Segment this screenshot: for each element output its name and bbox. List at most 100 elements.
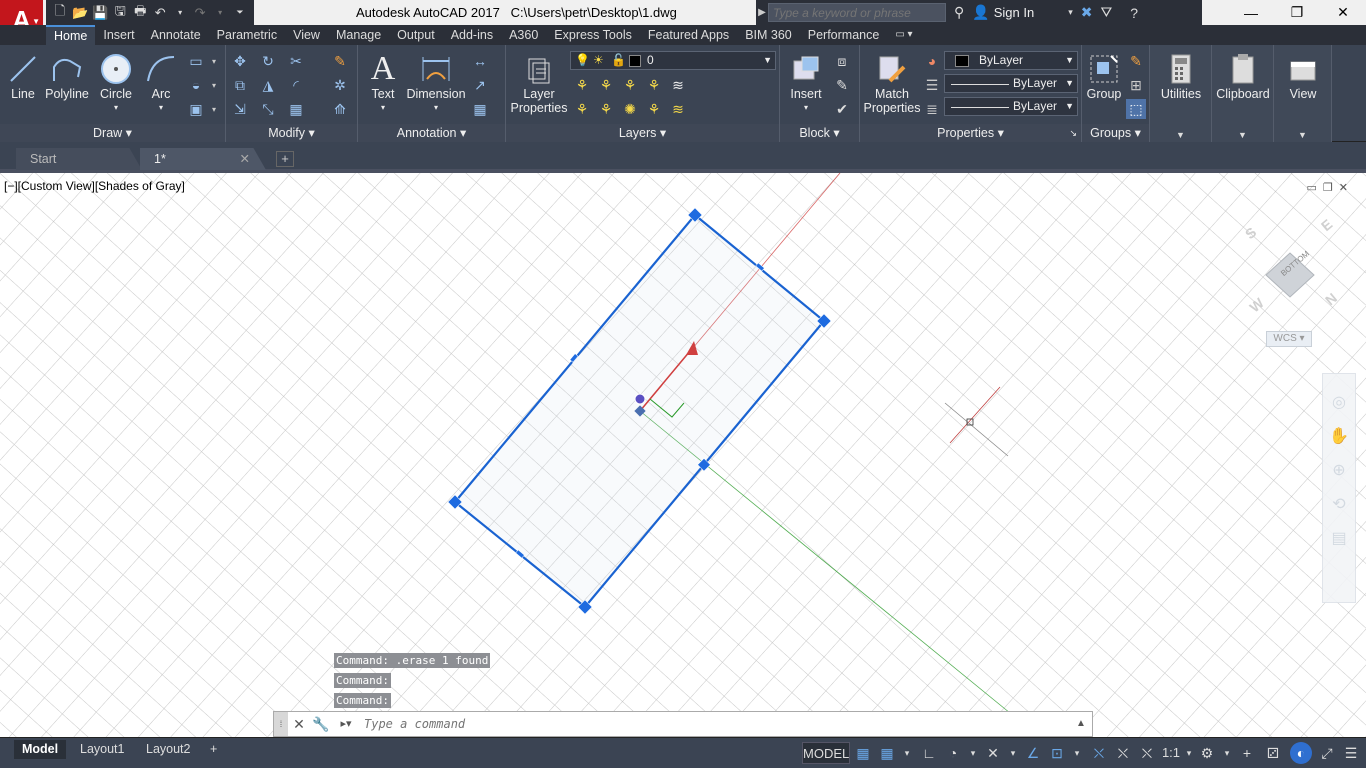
- redo-dropdown-icon[interactable]: ▾: [212, 4, 228, 22]
- user-icon[interactable]: 👤: [972, 4, 989, 21]
- annotation-monitor-icon[interactable]: +: [1236, 742, 1258, 764]
- hatch-icon[interactable]: ◒: [186, 75, 206, 95]
- tab-drawing-1[interactable]: 1* ✕: [140, 148, 266, 170]
- utilities-dropdown-icon[interactable]: ▼: [1176, 130, 1185, 140]
- tab-parametric[interactable]: Parametric: [209, 25, 285, 45]
- restore-icon[interactable]: ❐: [1274, 0, 1320, 25]
- exchange-apps-icon[interactable]: ✖: [1081, 4, 1093, 21]
- text-dropdown-icon[interactable]: ▾: [381, 101, 385, 115]
- tab-start[interactable]: Start: [16, 148, 142, 170]
- search-expand-icon[interactable]: ▶: [756, 7, 768, 18]
- group-button[interactable]: Group: [1084, 51, 1124, 101]
- vp-restore-icon[interactable]: ❐: [1323, 181, 1333, 194]
- layout-tab-layout1[interactable]: Layout1: [72, 740, 132, 759]
- close-icon[interactable]: ✕: [1320, 0, 1366, 25]
- save-icon[interactable]: 💾: [92, 4, 108, 22]
- rectangle-icon[interactable]: ▭: [186, 51, 206, 71]
- workspace-dropdown-icon[interactable]: ▾: [1216, 742, 1238, 764]
- vp-minimize-icon[interactable]: ▭: [1307, 181, 1317, 194]
- tab-a360[interactable]: A360: [501, 25, 546, 45]
- ungroup-icon[interactable]: ✎: [1126, 51, 1146, 71]
- tab-output[interactable]: Output: [389, 25, 443, 45]
- draw-panel-title[interactable]: Draw ▾: [0, 124, 225, 142]
- layer-tool-2-icon[interactable]: ⚘: [596, 75, 616, 95]
- signin-dropdown-icon[interactable]: ▾: [1068, 7, 1073, 18]
- steering-wheel-icon[interactable]: ◎: [1323, 392, 1355, 412]
- minimize-icon[interactable]: —: [1228, 0, 1274, 25]
- layer-tool-1-icon[interactable]: ⚘: [572, 75, 592, 95]
- command-input[interactable]: [360, 713, 1070, 735]
- binoculars-icon[interactable]: ⚲: [954, 4, 964, 21]
- color-wheel-icon[interactable]: ◕: [922, 51, 942, 71]
- clean-screen-icon[interactable]: ⤢: [1316, 742, 1338, 764]
- block-panel-title[interactable]: Block ▾: [780, 124, 859, 142]
- dimension-dropdown-icon[interactable]: ▾: [434, 101, 438, 115]
- annotation-panel-title[interactable]: Annotation ▾: [358, 124, 505, 142]
- mirror-icon[interactable]: ◮: [258, 75, 278, 95]
- showmotion-icon[interactable]: ▤: [1323, 528, 1355, 548]
- plot-icon[interactable]: 🖶: [132, 3, 148, 22]
- undo-icon[interactable]: ↶: [152, 4, 168, 22]
- object-snap-tracking-icon[interactable]: ∠: [1022, 742, 1044, 764]
- scale-icon[interactable]: ⤡: [258, 99, 278, 119]
- layer-tool-7-icon[interactable]: ⚘: [596, 99, 616, 119]
- help-icon[interactable]: ?: [1130, 5, 1138, 21]
- command-customize-icon[interactable]: 🔧: [310, 712, 332, 736]
- layer-tool-3-icon[interactable]: ⚘: [620, 75, 640, 95]
- units-icon[interactable]: ⚂: [1262, 742, 1284, 764]
- view-button[interactable]: View: [1278, 51, 1328, 101]
- insert-dropdown-icon[interactable]: ▾: [804, 101, 808, 115]
- stretch-icon[interactable]: ⇲: [230, 99, 250, 119]
- match-properties-button[interactable]: Match Properties: [864, 51, 921, 115]
- tab-express-tools[interactable]: Express Tools: [546, 25, 640, 45]
- layout-tab-layout2[interactable]: Layout2: [138, 740, 198, 759]
- boundary-icon[interactable]: ▣: [186, 99, 206, 119]
- arc-dropdown-icon[interactable]: ▾: [159, 101, 163, 115]
- vp-close-icon[interactable]: ✕: [1339, 181, 1348, 194]
- tab-manage[interactable]: Manage: [328, 25, 389, 45]
- isolate-objects-icon[interactable]: ◐: [1290, 742, 1312, 764]
- modify-panel-title[interactable]: Modify ▾: [226, 124, 357, 142]
- circle-dropdown-icon[interactable]: ▾: [114, 101, 118, 115]
- draw-more-dd-2-icon[interactable]: ▾: [204, 75, 224, 95]
- layer-tool-9-icon[interactable]: ⚘: [644, 99, 664, 119]
- workspace-switch-icon[interactable]: ⚙: [1196, 742, 1218, 764]
- layers-panel-title[interactable]: Layers ▾: [506, 124, 779, 142]
- layer-tool-4-icon[interactable]: ⚘: [644, 75, 664, 95]
- a360-icon[interactable]: ⛛: [1100, 4, 1112, 21]
- zoom-extents-icon[interactable]: ⊕: [1323, 460, 1355, 480]
- annotation-visibility-icon[interactable]: ⛌: [1088, 742, 1110, 764]
- snap-mode-icon[interactable]: ▦: [876, 742, 898, 764]
- block-attr-icon[interactable]: ✔: [832, 99, 852, 119]
- edit-block-icon[interactable]: ✎: [832, 75, 852, 95]
- new-file-icon[interactable]: 🗋: [52, 3, 68, 22]
- leader-icon[interactable]: ↗: [470, 75, 490, 95]
- linetype-dropdown[interactable]: ByLayer ▼: [944, 74, 1078, 93]
- viewcube[interactable]: BOTTOM S E W N: [1230, 213, 1340, 323]
- ortho-icon[interactable]: ∟: [918, 742, 940, 764]
- dimension-button[interactable]: Dimension ▾: [406, 51, 466, 115]
- tab-bim-360[interactable]: BIM 360: [737, 25, 800, 45]
- offset-icon[interactable]: ⟰: [330, 99, 350, 119]
- drawing-canvas[interactable]: [−][Custom View][Shades of Gray] ▭ ❐ ✕ B…: [0, 173, 1366, 737]
- arc-button[interactable]: Arc ▾: [142, 51, 180, 115]
- group-edit-icon[interactable]: ⊞: [1126, 75, 1146, 95]
- tab-featured-apps[interactable]: Featured Apps: [640, 25, 737, 45]
- command-line-grip[interactable]: ⁞: [274, 712, 288, 736]
- model-space-button[interactable]: MODEL: [802, 742, 850, 764]
- polar-tracking-icon[interactable]: ◔: [942, 742, 964, 764]
- tab-insert[interactable]: Insert: [95, 25, 142, 45]
- color-dropdown[interactable]: ByLayer ▼: [944, 51, 1078, 70]
- tab-view[interactable]: View: [285, 25, 328, 45]
- isodraft-icon[interactable]: ✕: [982, 742, 1004, 764]
- save-as-icon[interactable]: 🖫: [112, 3, 128, 22]
- draw-more-dd-1-icon[interactable]: ▾: [204, 51, 224, 71]
- layer-dropdown[interactable]: 💡 ☀ 🔓 0 ▼: [570, 51, 776, 70]
- command-prompt-icon[interactable]: ▸▾: [332, 712, 360, 736]
- clipboard-dropdown-icon[interactable]: ▼: [1238, 130, 1247, 140]
- tab-home[interactable]: Home: [46, 25, 96, 45]
- create-block-icon[interactable]: ⧈: [832, 51, 852, 71]
- pan-icon[interactable]: ✋: [1323, 426, 1355, 446]
- orbit-icon[interactable]: ⟲: [1323, 494, 1355, 514]
- redo-icon[interactable]: ↷: [192, 4, 208, 22]
